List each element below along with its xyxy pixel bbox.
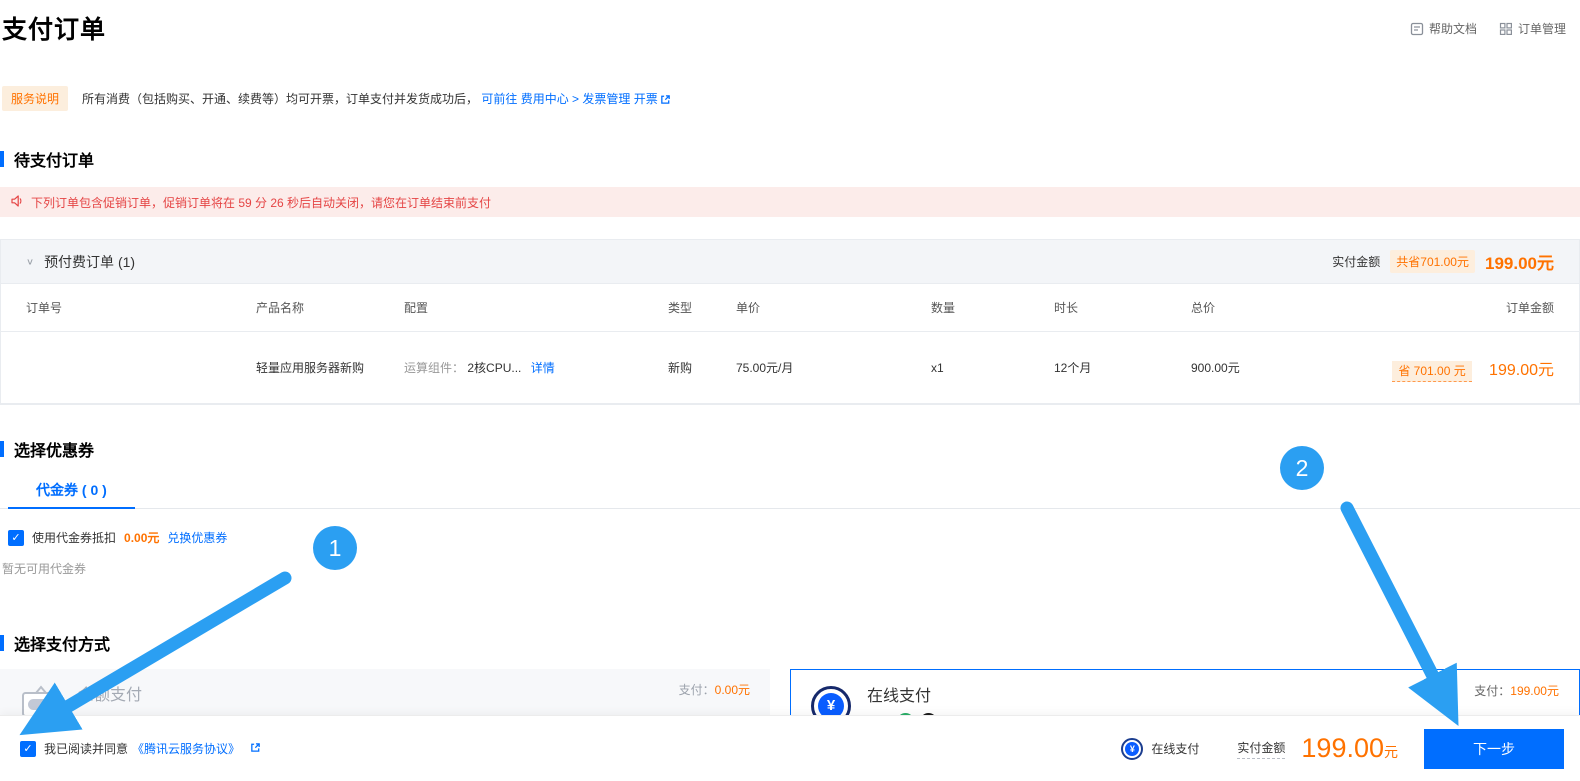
external-link-icon [660, 94, 671, 108]
coupon-tabs: 代金券 ( 0 ) [0, 477, 1580, 509]
payment-section-title: 选择支付方式 [14, 637, 111, 654]
service-notice-text: 所有消费（包括购买、开通、续费等）均可开票，订单支付并发货成功后， 可前往 费用… [82, 90, 671, 108]
coupon-empty-text: 暂无可用代金券 [2, 562, 87, 576]
col-config: 配置 [404, 301, 429, 315]
col-quantity: 数量 [931, 301, 956, 315]
footer-amount-unit: 元 [1384, 744, 1398, 760]
tab-voucher[interactable]: 代金券 ( 0 ) [8, 477, 135, 509]
yen-glyph: ¥ [1125, 741, 1140, 756]
coupon-checkbox-label: 使用代金券抵扣 [32, 531, 117, 545]
footer-right: ¥ 在线支付 实付金额 199.00元 下一步 [1121, 728, 1564, 769]
detail-link[interactable]: 详情 [531, 361, 555, 375]
footer-amount-label: 实付金额 [1237, 739, 1286, 759]
col-type: 类型 [668, 301, 693, 315]
coupon-section-header: 选择优惠券 [0, 437, 1580, 461]
service-notice-badge: 服务说明 [2, 86, 69, 111]
section-bar [0, 635, 4, 651]
footer-bar: ✓ 我已阅读并同意 《腾讯云服务协议》 ¥ 在线支付 实付金额 199.00元 … [0, 715, 1580, 781]
col-unit-price: 单价 [736, 301, 761, 315]
config-label: 运算组件： [404, 361, 465, 375]
cell-type: 新购 [668, 361, 693, 375]
payment-section-header: 选择支付方式 [0, 631, 1580, 655]
next-step-button[interactable]: 下一步 [1424, 728, 1564, 769]
external-link-icon [250, 742, 261, 756]
order-group-right: 实付金额 共省701.00元 199.00元 [1332, 249, 1554, 274]
col-order-amount: 订单金额 [1505, 301, 1554, 315]
order-group-title: 预付费订单 (1) [44, 253, 136, 270]
online-pay-amount: 199.00元 [1510, 684, 1559, 698]
cell-unit-price: 75.00元/月 [736, 361, 794, 375]
balance-pay-amount: 0.00元 [714, 683, 750, 697]
table-row: 轻量应用服务器新购 运算组件： 2核CPU... 详情 新购 75.00元/月 … [1, 332, 1579, 404]
service-notice-plain: 所有消费（包括购买、开通、续费等）均可开票，订单支付并发货成功后， [82, 91, 479, 106]
agreement-row: ✓ 我已阅读并同意 《腾讯云服务协议》 [20, 740, 261, 757]
cell-duration: 12个月 [1054, 361, 1092, 375]
cell-total: 900.00元 [1191, 361, 1240, 375]
page-title: 支付订单 [2, 16, 107, 44]
pending-orders-title: 待支付订单 [14, 153, 95, 170]
balance-pay-amount-row: 支付：0.00元 [679, 681, 750, 698]
speaker-icon [10, 194, 24, 211]
order-group-left: ∨ 预付费订单 (1) [26, 252, 135, 272]
cell-config: 运算组件： 2核CPU... 详情 [404, 359, 668, 376]
col-total: 总价 [1191, 301, 1216, 315]
footer-amount-value: 199.00 [1301, 733, 1384, 763]
section-bar [0, 441, 4, 457]
balance-pay-title: 余额支付 [78, 687, 143, 704]
total-save-badge: 共省701.00元 [1390, 250, 1475, 273]
service-agreement-link[interactable]: 《腾讯云服务协议》 [132, 740, 240, 757]
agreement-checkbox[interactable]: ✓ [20, 740, 36, 757]
cell-order-amount: 省 701.00 元 199.00元 [1328, 356, 1554, 382]
help-doc-label: 帮助文档 [1428, 22, 1477, 36]
agreement-text: 我已阅读并同意 [44, 742, 129, 756]
online-pay-amount-row: 支付：199.00元 [1474, 682, 1559, 699]
order-mgmt-link[interactable]: 订单管理 [1499, 20, 1566, 37]
document-icon [1410, 22, 1424, 36]
col-order-id: 订单号 [26, 301, 63, 315]
order-table: ∨ 预付费订单 (1) 实付金额 共省701.00元 199.00元 订单号 产… [0, 239, 1580, 405]
pending-orders-section-header: 待支付订单 [0, 147, 1580, 171]
order-mgmt-label: 订单管理 [1517, 22, 1566, 36]
payment-order-page: 支付订单 帮助文档 订单管理 服务说明 所有消费（包括购买、开通、续费等）均可开… [0, 0, 1580, 781]
cell-product: 轻量应用服务器新购 [256, 361, 365, 375]
balance-pay-label: 支付： [678, 683, 715, 697]
coupon-deduct-amount: 0.00元 [124, 531, 160, 545]
grid-icon [1499, 22, 1513, 36]
row-amount: 199.00元 [1489, 361, 1554, 379]
coupon-deduct-row: ✓ 使用代金券抵扣 0.00元 兑换优惠券 [8, 529, 1580, 546]
collapse-chevron-icon[interactable]: ∨ [26, 256, 34, 267]
redeem-coupon-link[interactable]: 兑换优惠券 [167, 529, 227, 546]
invoice-link[interactable]: 可前往 费用中心 > 发票管理 开票 [481, 92, 657, 106]
promo-countdown-alert: 下列订单包含促销订单，促销订单将在 59 分 26 秒后自动关闭，请您在订单结束… [0, 187, 1580, 217]
col-product: 产品名称 [256, 301, 305, 315]
header-links: 帮助文档 订单管理 [1410, 20, 1566, 37]
coupon-section-title: 选择优惠券 [14, 443, 95, 460]
online-pay-label: 支付： [1474, 684, 1511, 698]
footer-method-label: 在线支付 [1151, 742, 1200, 756]
promo-alert-text: 下列订单包含促销订单，促销订单将在 59 分 26 秒后自动关闭，请您在订单结束… [31, 195, 492, 210]
service-notice: 服务说明 所有消费（包括购买、开通、续费等）均可开票，订单支付并发货成功后， 可… [2, 86, 1580, 111]
help-doc-link[interactable]: 帮助文档 [1410, 20, 1477, 37]
order-group-header: ∨ 预付费订单 (1) 实付金额 共省701.00元 199.00元 [1, 240, 1579, 284]
cell-quantity: x1 [931, 360, 944, 375]
group-paid-amount: 199.00元 [1485, 254, 1554, 273]
col-duration: 时长 [1054, 301, 1079, 315]
online-pay-title: 在线支付 [867, 688, 932, 705]
yen-circle-small-icon: ¥ [1121, 737, 1144, 760]
row-save-badge: 省 701.00 元 [1392, 360, 1472, 382]
config-value: 2核CPU... [467, 361, 522, 375]
footer-amount: 199.00元 [1301, 733, 1398, 764]
table-header-row: 订单号 产品名称 配置 类型 单价 数量 时长 总价 订单金额 [1, 284, 1579, 332]
coupon-checkbox[interactable]: ✓ [8, 529, 24, 546]
paid-amount-label: 实付金额 [1332, 255, 1381, 269]
section-bar [0, 151, 4, 167]
